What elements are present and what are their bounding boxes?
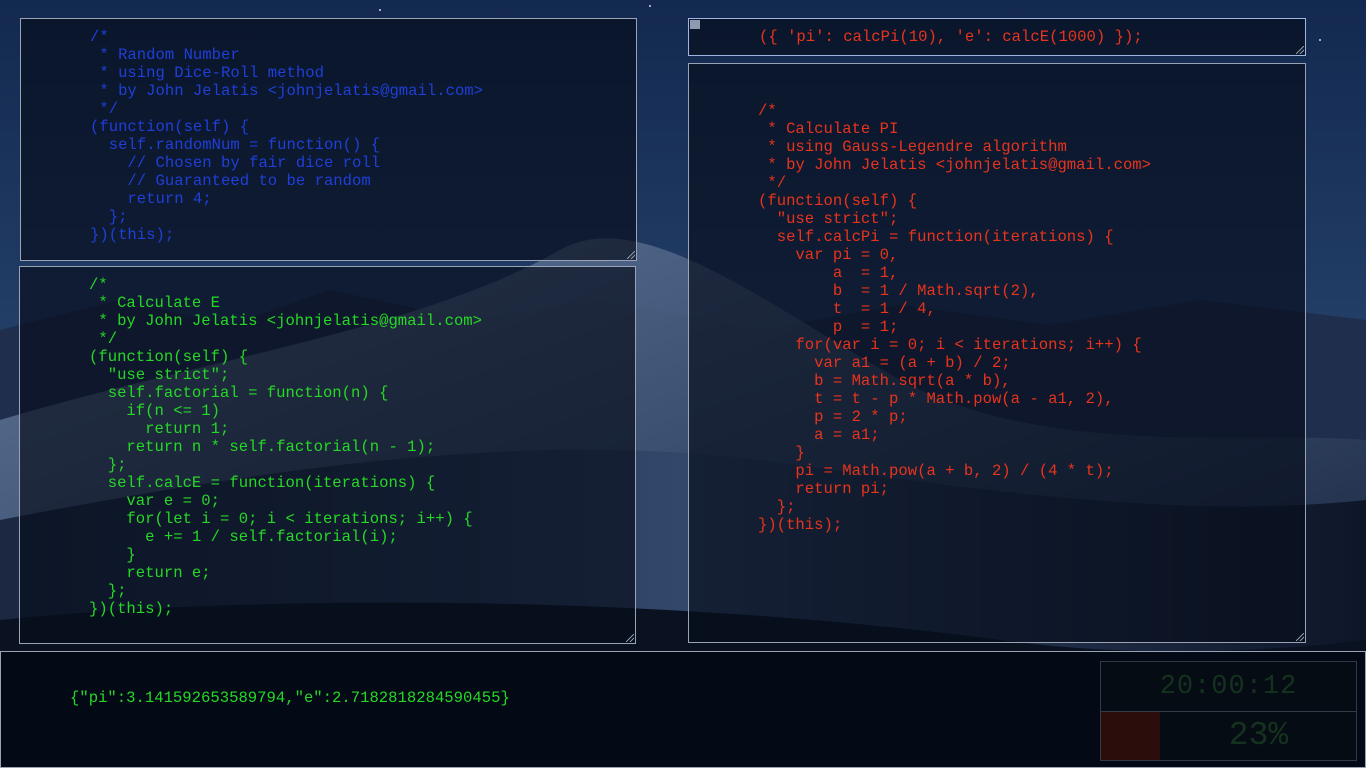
expression-input-panel[interactable]: ({ 'pi': calcPi(10), 'e': calcE(1000) })… — [688, 18, 1306, 56]
random-number-code[interactable]: /* * Random Number * using Dice-Roll met… — [90, 28, 483, 244]
resize-grip-icon[interactable] — [626, 634, 634, 642]
drag-handle-icon[interactable] — [690, 20, 700, 29]
progress-label: 23% — [1228, 717, 1289, 754]
resize-grip-icon[interactable] — [627, 251, 635, 259]
output-text: {"pi":3.141592653589794,"e":2.7182818284… — [70, 689, 510, 707]
progress-meter: 23% — [1101, 712, 1356, 760]
clock-display: 20:00:12 — [1101, 662, 1356, 712]
resize-grip-icon[interactable] — [1296, 633, 1304, 641]
calc-pi-code-panel[interactable]: /* * Calculate PI * using Gauss-Legendre… — [688, 63, 1306, 643]
calc-pi-code[interactable]: /* * Calculate PI * using Gauss-Legendre… — [758, 102, 1151, 534]
progress-meter-fill — [1101, 712, 1160, 760]
random-number-code-panel[interactable]: /* * Random Number * using Dice-Roll met… — [20, 18, 637, 261]
expression-input[interactable]: ({ 'pi': calcPi(10), 'e': calcE(1000) })… — [759, 28, 1143, 46]
calc-e-code[interactable]: /* * Calculate E * by John Jelatis <john… — [89, 276, 482, 618]
resize-grip-icon[interactable] — [1296, 46, 1304, 54]
status-widget: 20:00:12 23% — [1100, 661, 1357, 761]
calc-e-code-panel[interactable]: /* * Calculate E * by John Jelatis <john… — [19, 266, 636, 644]
